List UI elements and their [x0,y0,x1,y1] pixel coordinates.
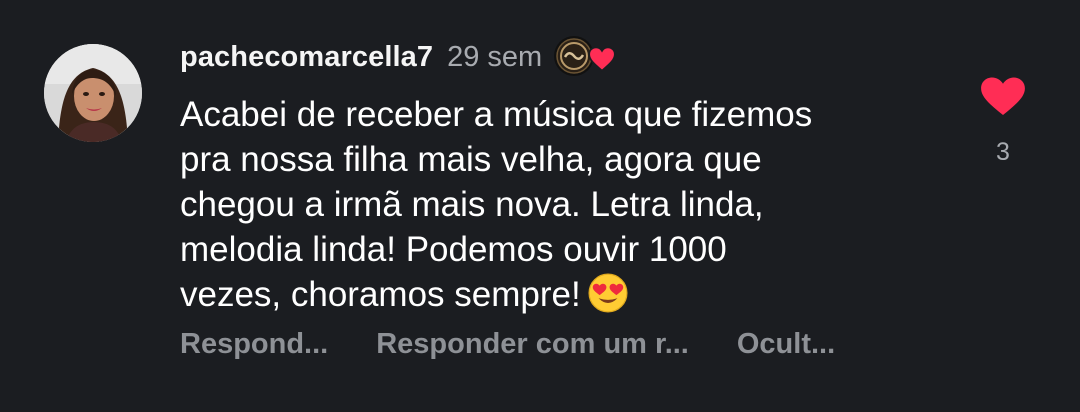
heart-icon [588,46,616,72]
username[interactable]: pachecomarcella7 [180,41,433,74]
comment-text-line: Acabei de receber a música que fizemos [180,95,813,134]
comment-text-line: chegou a irmã mais nova. Letra linda, [180,185,764,224]
comment-text-line-last: vezes, choramos sempre! [180,272,940,325]
comment-text-line: melodia linda! Podemos ouvir 1000 [180,230,727,269]
heart-icon[interactable] [980,76,1026,116]
comment-header: pachecomarcella7 29 sem [180,36,616,78]
comment-item: pachecomarcella7 29 sem Acabei de recebe… [0,0,1080,412]
hide-button[interactable]: Ocult... [737,328,835,361]
comment-text-line: vezes, choramos sempre! [180,275,581,314]
creator-liked-badge [554,36,616,78]
heart-eyes-emoji [587,272,629,325]
reply-button[interactable]: Respond... [180,328,328,361]
timestamp: 29 sem [447,40,543,73]
reply-with-meme-button[interactable]: Responder com um r... [376,328,689,361]
like-count: 3 [996,138,1010,166]
comment-actions: Respond... Responder com um r... Ocult..… [180,328,835,361]
comment-text: Acabei de receber a música que fizemos p… [180,92,940,325]
like-button[interactable]: 3 [974,76,1032,167]
avatar[interactable] [44,44,142,142]
comment-text-line: pra nossa filha mais velha, agora que [180,140,762,179]
